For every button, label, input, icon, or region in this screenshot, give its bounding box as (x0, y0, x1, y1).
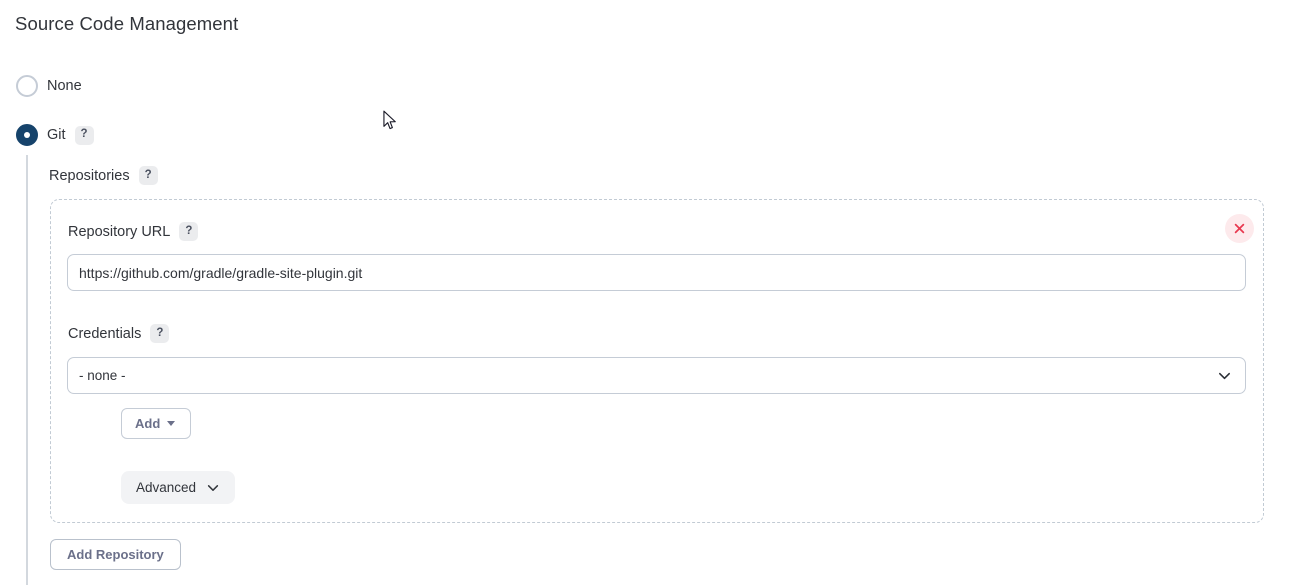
scm-option-git[interactable]: Git ? (16, 124, 94, 146)
section-guide-line (26, 155, 28, 585)
caret-down-icon (167, 421, 176, 426)
scm-option-git-label: Git (47, 127, 66, 143)
scm-option-none[interactable]: None (16, 75, 82, 97)
credentials-label: Credentials (68, 325, 142, 342)
radio-git[interactable] (16, 124, 38, 146)
repository-url-input[interactable] (67, 254, 1246, 291)
credentials-select[interactable]: - none - (67, 357, 1246, 394)
help-icon-repository-url[interactable]: ? (179, 222, 199, 241)
scm-config-page: Source Code Management None Git ? Reposi… (0, 0, 1296, 585)
repository-entry-panel: Repository URL ? Credentials ? - none - (50, 199, 1264, 523)
chevron-down-icon (207, 484, 219, 491)
delete-repository-button[interactable] (1225, 214, 1254, 243)
page-title: Source Code Management (15, 13, 239, 34)
advanced-label: Advanced (136, 480, 197, 495)
repository-url-label-group: Repository URL ? (68, 222, 199, 241)
help-icon-credentials[interactable]: ? (150, 324, 170, 343)
close-x-icon (1234, 223, 1245, 234)
add-credentials-button[interactable]: Add (121, 408, 191, 439)
repositories-header: Repositories ? (49, 166, 158, 185)
radio-none[interactable] (16, 75, 38, 97)
help-icon-git[interactable]: ? (74, 125, 94, 145)
credentials-label-group: Credentials ? (68, 324, 170, 343)
help-icon-repositories[interactable]: ? (138, 166, 158, 185)
add-repository-button[interactable]: Add Repository (50, 539, 181, 570)
credentials-select-value: - none - (79, 368, 126, 383)
add-credentials-label: Add (135, 416, 161, 431)
mouse-cursor (383, 110, 396, 130)
repository-url-label: Repository URL (68, 223, 171, 240)
scm-option-none-label: None (47, 78, 82, 94)
advanced-toggle-button[interactable]: Advanced (121, 471, 236, 504)
credentials-select-wrapper[interactable]: - none - (67, 357, 1246, 394)
repositories-label: Repositories (49, 167, 130, 184)
